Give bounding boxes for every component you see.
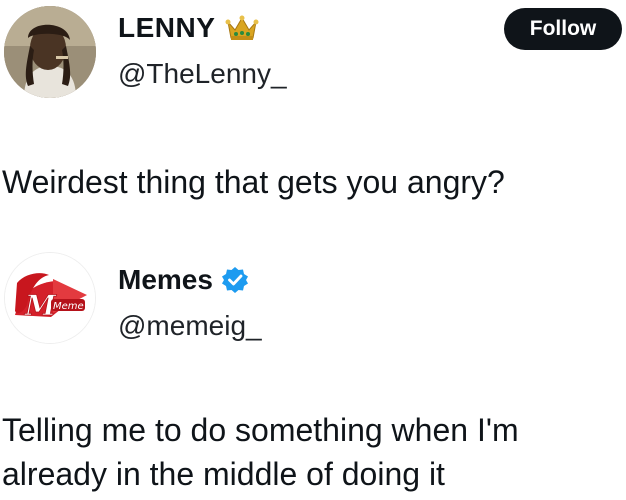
meme-logo-icon: M Meme [5, 253, 95, 343]
verified-badge-icon [221, 267, 248, 293]
avatar[interactable] [4, 6, 96, 98]
author-name-row: LENNY [118, 14, 259, 42]
reply-post: M Meme Memes @memeig_ Telling me to do s… [0, 240, 626, 500]
post-text: Telling me to do something when I'm alre… [2, 412, 519, 492]
logo-wordmark: Meme [53, 301, 84, 312]
author-display-name[interactable]: Memes [118, 266, 213, 294]
author-display-name[interactable]: LENNY [118, 14, 215, 42]
author-handle[interactable]: @TheLenny_ [118, 60, 287, 88]
author-handle[interactable]: @memeig_ [118, 312, 262, 340]
avatar[interactable]: M Meme [4, 252, 96, 344]
author-name-row: Memes [118, 266, 249, 294]
crown-icon [225, 15, 259, 40]
original-post: LENNY @TheLenny_ Follow Weirdest thing t… [0, 0, 626, 240]
follow-button[interactable]: Follow [504, 8, 622, 50]
user-photo-icon [4, 6, 96, 98]
post-text: Weirdest thing that gets you angry? [2, 164, 505, 200]
